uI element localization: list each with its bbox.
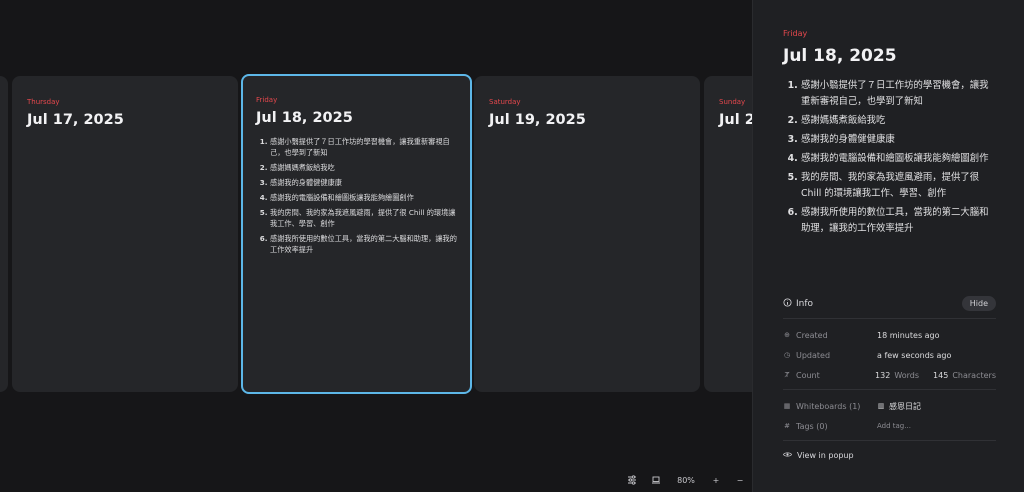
list-item: 感謝我所使用的數位工具，當我的第二大腦和助理，讓我的工作效率提升 xyxy=(270,233,457,255)
list-item: 我的房間、我的家為我遮風避雨，提供了很 Chill 的環境讓我工作、學習、創作 xyxy=(801,170,997,202)
count-label: Count xyxy=(796,370,820,380)
clock-icon: ◷ xyxy=(783,351,791,359)
laptop-icon[interactable] xyxy=(644,468,668,492)
zoom-level[interactable]: 80% xyxy=(668,476,704,485)
info-section-header: Info Hide xyxy=(783,296,996,311)
divider xyxy=(783,318,996,319)
list-item: 感謝我的電腦設備和繪圖板讓我能夠繪圖創作 xyxy=(801,151,997,167)
add-tag-input[interactable]: Add tag... xyxy=(877,422,911,430)
whiteboard-link[interactable]: 感恩日記 xyxy=(889,401,921,412)
info-label: Info xyxy=(796,298,814,309)
zoom-in-button[interactable]: + xyxy=(704,468,728,492)
divider xyxy=(783,440,996,441)
created-value: 18 minutes ago xyxy=(877,330,940,340)
chars-label: Characters xyxy=(952,370,996,380)
list-item: 感謝媽媽煮飯給我吃 xyxy=(801,113,997,129)
created-row: ⊕ Created 18 minutes ago xyxy=(783,328,996,342)
hide-button[interactable]: Hide xyxy=(961,296,996,311)
detail-panel: Friday Jul 18, 2025 感謝小翳提供了７日工作坊的學習機會，讓我… xyxy=(752,0,1024,492)
panel-gratitude-list[interactable]: 感謝小翳提供了７日工作坊的學習機會，讓我重新審視自己，也學到了新知 感謝媽媽煮飯… xyxy=(783,78,997,240)
whiteboard-canvas[interactable]: Thursday Jul 17, 2025 Thursday Jul 17, 2… xyxy=(0,0,752,492)
list-item: 我的房間、我的家為我遮風避雨，提供了很 Chill 的環境讓我工作、學習、創作 xyxy=(270,207,457,229)
card-weekday: Sunday xyxy=(719,98,746,106)
words-count: 132 xyxy=(875,370,891,380)
card-date: Jul 18, 2025 xyxy=(256,110,353,126)
list-item: 感謝我的電腦設備和繪圖板讓我能夠繪圖創作 xyxy=(270,192,457,203)
journal-card-jul-17-main[interactable]: Thursday Jul 17, 2025 xyxy=(12,76,238,392)
card-weekday: Thursday xyxy=(27,98,60,106)
map-icon: ▥ xyxy=(877,402,885,410)
whiteboard-icon: ▦ xyxy=(783,402,791,410)
journal-card-jul-20[interactable]: Sunday Jul 20, 2025 xyxy=(704,76,752,392)
text-count-icon: Ⱦ xyxy=(784,371,790,379)
plus-circle-icon: ⊕ xyxy=(784,331,790,339)
list-item: 感謝小翳提供了７日工作坊的學習機會，讓我重新審視自己，也學到了新知 xyxy=(270,136,457,158)
created-label: Created xyxy=(796,330,828,340)
words-label: Words xyxy=(894,370,920,380)
panel-date: Jul 18, 2025 xyxy=(783,46,897,66)
divider xyxy=(783,389,996,390)
view-in-popup-button[interactable]: View in popup xyxy=(783,451,854,460)
zoom-out-button[interactable]: − xyxy=(728,468,752,492)
whiteboards-label: Whiteboards (1) xyxy=(796,401,861,411)
view-popup-label: View in popup xyxy=(797,451,854,460)
canvas-toolbar: 80% + − xyxy=(620,468,752,492)
count-row: Ⱦ Count 132 Words 145 Characters xyxy=(783,368,996,382)
list-item: 感謝我所使用的數位工具，當我的第二大腦和助理，讓我的工作效率提升 xyxy=(801,205,997,237)
whiteboards-row: ▦ Whiteboards (1) ▥ 感恩日記 xyxy=(783,399,996,413)
eye-icon xyxy=(783,451,792,460)
updated-value: a few seconds ago xyxy=(877,350,952,360)
info-icon xyxy=(783,297,792,310)
card-date: Jul 17, 2025 xyxy=(27,112,124,128)
sliders-icon[interactable] xyxy=(620,468,644,492)
list-item: 感謝我的身體健健康康 xyxy=(270,177,457,188)
card-weekday: Saturday xyxy=(489,98,521,106)
panel-weekday: Friday xyxy=(783,29,808,38)
list-item: 感謝媽媽煮飯給我吃 xyxy=(270,162,457,173)
card-date: Jul 20, 2025 xyxy=(719,112,752,128)
journal-card-jul-18[interactable]: Friday Jul 18, 2025 感謝小翳提供了７日工作坊的學習機會，讓我… xyxy=(241,74,472,394)
updated-label: Updated xyxy=(796,350,831,360)
list-item: 感謝小翳提供了７日工作坊的學習機會，讓我重新審視自己，也學到了新知 xyxy=(801,78,997,110)
list-item: 感謝我的身體健健康康 xyxy=(801,132,997,148)
tags-label: Tags (0) xyxy=(796,421,828,431)
hash-icon: # xyxy=(784,422,790,430)
journal-card-jul-19[interactable]: Saturday Jul 19, 2025 xyxy=(474,76,700,392)
card-weekday: Friday xyxy=(256,96,278,104)
journal-card-jul-17[interactable]: Thursday Jul 17, 2025 xyxy=(0,76,8,392)
tags-row: # Tags (0) Add tag... xyxy=(783,419,996,433)
chars-count: 145 xyxy=(933,370,949,380)
updated-row: ◷ Updated a few seconds ago xyxy=(783,348,996,362)
gratitude-list: 感謝小翳提供了７日工作坊的學習機會，讓我重新審視自己，也學到了新知 感謝媽媽煮飯… xyxy=(256,136,457,255)
card-date: Jul 19, 2025 xyxy=(489,112,586,128)
